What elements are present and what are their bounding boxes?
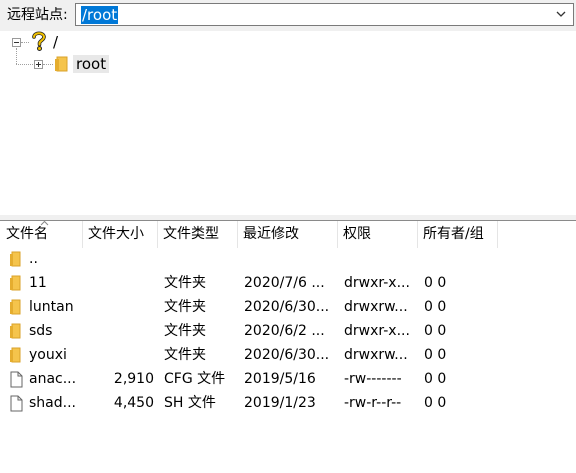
file-modified: 2020/6/30... xyxy=(244,347,330,363)
unknown-folder-icon xyxy=(32,31,46,51)
expand-root-folder-button[interactable] xyxy=(34,60,43,69)
file-name: .. xyxy=(29,251,38,267)
collapse-root-button[interactable] xyxy=(12,38,21,47)
file-permissions: drwxr-x... xyxy=(344,323,410,339)
file-modified: 2020/7/6 ... xyxy=(244,275,325,291)
file-name: luntan xyxy=(29,299,74,315)
chevron-down-icon[interactable] xyxy=(555,8,567,20)
file-name: youxi xyxy=(29,347,67,363)
file-list-header: 文件名 文件大小 文件类型 最近修改 权限 所有者/组 xyxy=(0,220,576,248)
file-modified: 2020/6/30... xyxy=(244,299,330,315)
column-header-size[interactable]: 文件大小 xyxy=(84,221,158,248)
file-owner: 0 0 xyxy=(424,275,447,291)
remote-directory-tree[interactable]: / root xyxy=(0,31,576,215)
file-owner: 0 0 xyxy=(424,323,447,339)
column-header-permissions[interactable]: 权限 xyxy=(339,221,418,248)
file-row[interactable]: 11 文件夹 2020/7/6 ... drwxr-x... 0 0 xyxy=(0,271,576,295)
file-row[interactable]: sds 文件夹 2020/6/2 ... drwxr-x... 0 0 xyxy=(0,319,576,343)
file-name: 11 xyxy=(29,275,47,291)
file-owner: 0 0 xyxy=(424,395,447,411)
column-header-name[interactable]: 文件名 xyxy=(2,220,83,248)
column-header-type[interactable]: 文件类型 xyxy=(159,221,238,248)
remote-path-input[interactable]: /root xyxy=(81,6,119,24)
file-row[interactable]: luntan 文件夹 2020/6/30... drwxrw... 0 0 xyxy=(0,295,576,319)
file-name: sds xyxy=(29,323,53,339)
file-type: 文件夹 xyxy=(164,275,206,291)
folder-icon xyxy=(10,299,21,315)
file-type: CFG 文件 xyxy=(164,371,226,387)
folder-icon xyxy=(10,251,21,267)
file-row[interactable]: .. xyxy=(0,247,576,271)
file-size: 2,910 xyxy=(113,371,154,387)
remote-site-bar: 远程站点: /root xyxy=(0,0,576,31)
file-modified: 2019/1/23 xyxy=(244,395,316,411)
file-type: 文件夹 xyxy=(164,323,206,339)
file-owner: 0 0 xyxy=(424,371,447,387)
file-type: 文件夹 xyxy=(164,299,206,315)
sort-ascending-icon xyxy=(40,220,49,226)
file-name: shad... xyxy=(29,395,76,411)
file-type: SH 文件 xyxy=(164,395,216,411)
folder-icon xyxy=(10,347,21,363)
file-name: anac... xyxy=(29,371,77,387)
file-permissions: -rw-r--r-- xyxy=(344,395,402,411)
file-permissions: -rw------- xyxy=(344,371,402,387)
file-modified: 2019/5/16 xyxy=(244,371,316,387)
folder-icon xyxy=(10,323,21,339)
file-owner: 0 0 xyxy=(424,299,447,315)
column-header-owner[interactable]: 所有者/组 xyxy=(419,221,498,248)
file-size: 4,450 xyxy=(113,395,154,411)
column-header-modified[interactable]: 最近修改 xyxy=(239,221,338,248)
folder-icon xyxy=(55,56,68,72)
file-permissions: drwxrw... xyxy=(344,299,408,315)
file-icon xyxy=(10,371,23,388)
file-owner: 0 0 xyxy=(424,347,447,363)
remote-path-combobox[interactable]: /root xyxy=(75,3,574,26)
file-icon xyxy=(10,395,23,412)
remote-file-list[interactable]: 文件名 文件大小 文件类型 最近修改 权限 所有者/组 .. 11 文件夹 20… xyxy=(0,220,576,473)
file-permissions: drwxrw... xyxy=(344,347,408,363)
tree-node-root-label[interactable]: / xyxy=(53,33,58,51)
file-permissions: drwxr-x... xyxy=(344,275,410,291)
file-type: 文件夹 xyxy=(164,347,206,363)
remote-site-label: 远程站点: xyxy=(7,7,68,23)
file-modified: 2020/6/2 ... xyxy=(244,323,325,339)
file-row[interactable]: anac... 2,910 CFG 文件 2019/5/16 -rw------… xyxy=(0,367,576,391)
file-row[interactable]: shad... 4,450 SH 文件 2019/1/23 -rw-r--r--… xyxy=(0,391,576,415)
tree-node-root-folder-label[interactable]: root xyxy=(73,55,110,73)
folder-icon xyxy=(10,275,21,291)
file-row[interactable]: youxi 文件夹 2020/6/30... drwxrw... 0 0 xyxy=(0,343,576,367)
